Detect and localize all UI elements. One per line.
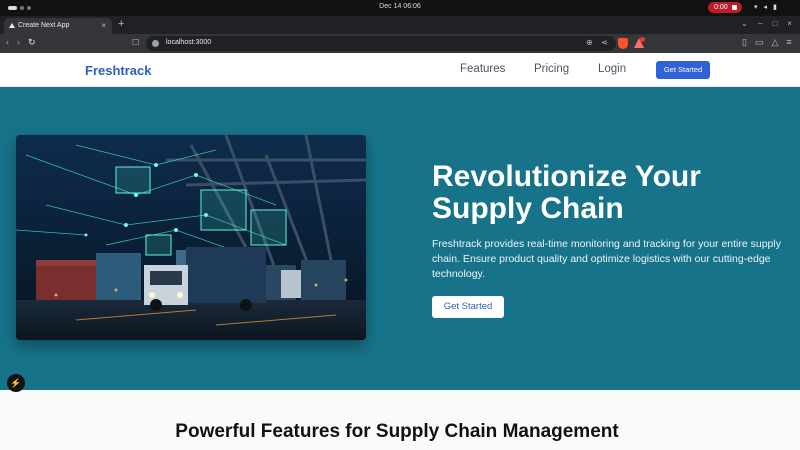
get-started-button[interactable]: Get Started [656, 61, 710, 79]
system-clock[interactable]: Dec 14 06:06 [0, 3, 800, 10]
extension-badge [640, 37, 645, 42]
system-tray[interactable]: ▾ ◂ ▮ [754, 3, 777, 11]
wallet-icon[interactable]: ▭ [755, 37, 764, 48]
address-bar[interactable]: localhost:3000 ⊕ ⋖ [146, 36, 616, 51]
nav-link-pricing[interactable]: Pricing [534, 63, 569, 75]
share-icon[interactable]: ⋖ [601, 38, 608, 47]
hero-image [16, 135, 366, 340]
volume-icon: ◂ [763, 4, 768, 11]
menu-icon[interactable]: ≡ [786, 37, 791, 48]
brand-logo[interactable]: Freshtrack [85, 63, 151, 78]
hero-description: Freshtrack provides real-time monitoring… [432, 238, 781, 280]
url-text[interactable]: localhost:3000 [166, 39, 211, 46]
forward-icon[interactable]: › [17, 37, 20, 48]
site-header: Freshtrack Features Pricing Login Get St… [0, 53, 800, 87]
tab-title: Create Next App [18, 22, 70, 29]
browser-tab-strip: Create Next App × + ⌄ – □ × [0, 16, 800, 34]
stop-icon [732, 5, 737, 10]
close-icon[interactable]: × [101, 21, 106, 30]
reload-icon[interactable]: ↻ [28, 37, 36, 48]
system-top-bar: Dec 14 06:06 0:00 ▾ ◂ ▮ [0, 0, 800, 16]
site-info-icon[interactable] [152, 40, 159, 47]
back-icon[interactable]: ‹ [6, 37, 9, 48]
sidebar-icon[interactable]: ▯ [742, 37, 747, 48]
minimize-icon[interactable]: – [758, 19, 762, 28]
browser-toolbar: ‹ › ↻ ☐ localhost:3000 ⊕ ⋖ ▯ ▭ △ ≡ [0, 34, 800, 53]
bookmark-icon[interactable]: ☐ [132, 38, 139, 47]
maximize-icon[interactable]: □ [772, 19, 777, 28]
hero-section: Revolutionize Your Supply Chain Freshtra… [0, 87, 800, 390]
favicon-icon [9, 23, 15, 28]
recording-time: 0:00 [714, 4, 728, 11]
browser-tab[interactable]: Create Next App × [4, 18, 112, 34]
leo-icon[interactable]: △ [771, 37, 778, 48]
next-logo-icon[interactable]: ⚡ [7, 374, 25, 392]
brave-shield-icon[interactable] [618, 38, 628, 49]
zoom-icon[interactable]: ⊕ [586, 38, 593, 47]
hero-title: Revolutionize Your Supply Chain [432, 160, 701, 225]
nav-link-features[interactable]: Features [460, 63, 505, 75]
power-icon: ▮ [773, 4, 777, 11]
web-page: Freshtrack Features Pricing Login Get St… [0, 53, 800, 450]
window-controls: – □ × [758, 19, 792, 28]
window-close-icon[interactable]: × [787, 19, 792, 28]
nav-link-login[interactable]: Login [598, 63, 626, 75]
hero-get-started-button[interactable]: Get Started [432, 296, 504, 318]
screen-recording-indicator[interactable]: 0:00 [708, 2, 742, 13]
tab-search-icon[interactable]: ⌄ [741, 19, 748, 28]
features-title: Powerful Features for Supply Chain Manag… [175, 421, 619, 442]
wifi-icon: ▾ [754, 4, 758, 11]
plus-icon[interactable]: + [118, 18, 124, 30]
